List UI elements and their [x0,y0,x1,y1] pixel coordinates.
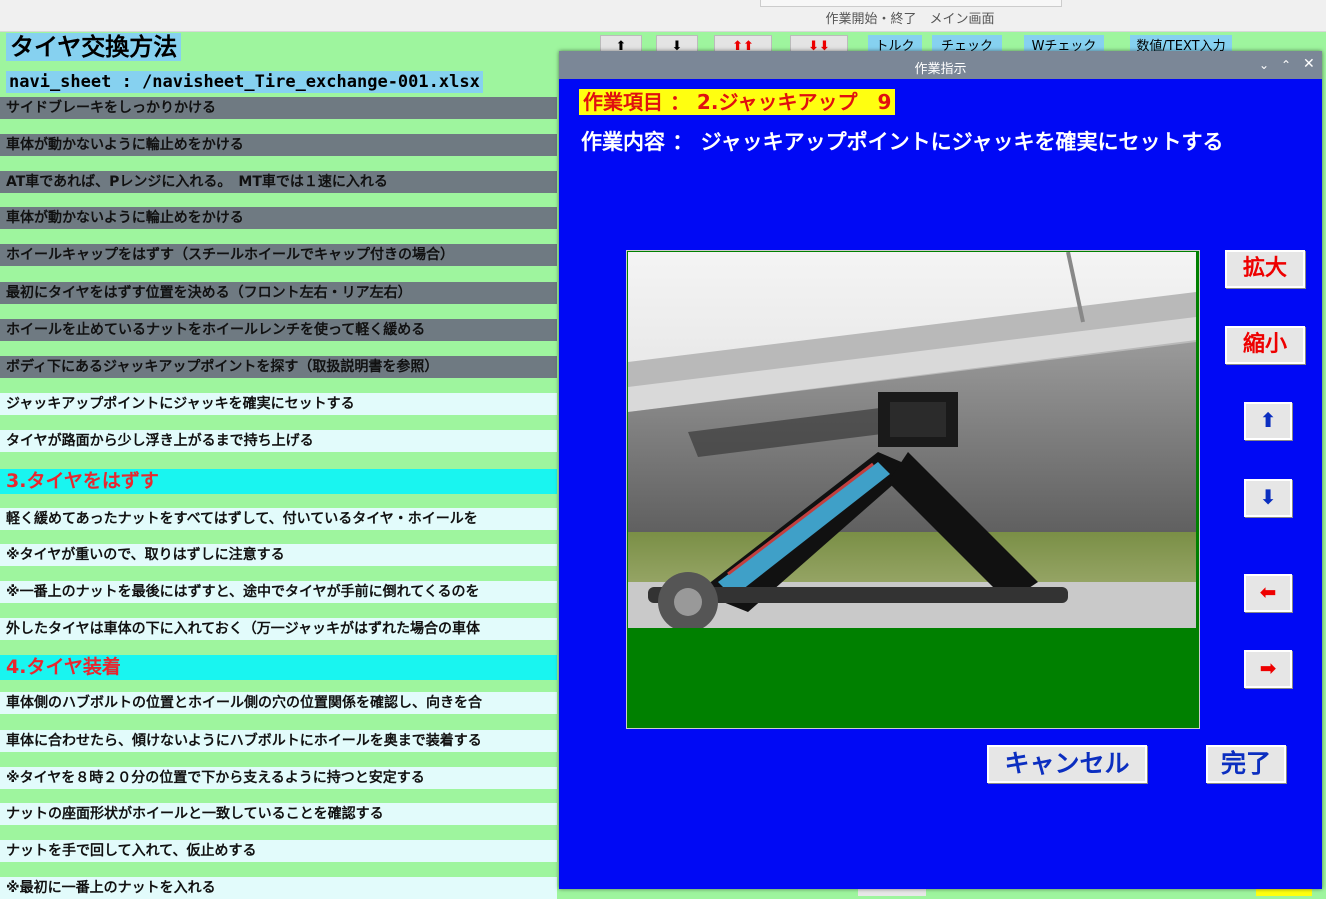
task-row[interactable]: 最初にタイヤをはずす位置を決める（フロント左右・リア左右） [0,282,557,304]
complete-button[interactable]: 完了 [1206,745,1286,783]
task-row[interactable]: ナットの座面形状がホイールと一致していることを確認する [0,803,557,825]
maximize-icon[interactable]: ⌃ [1281,58,1291,72]
task-row[interactable]: ※タイヤを８時２０分の位置で下から支えるように持つと安定する [0,767,557,789]
cancel-button[interactable]: キャンセル [987,745,1147,783]
dialog-title: 作業指示 [914,62,967,77]
task-row[interactable]: ボディ下にあるジャッキアップポイントを探す（取扱説明書を参照） [0,356,557,378]
car-jack-photo [628,252,1196,628]
pan-up-icon[interactable]: ⬆ [1244,402,1292,440]
section-header[interactable]: 3.タイヤをはずす [0,469,557,494]
pan-right-icon[interactable]: ➡ [1244,650,1292,688]
task-row[interactable]: タイヤが路面から少し浮き上がるまで持ち上げる [0,430,557,452]
task-row[interactable]: ジャッキアップポイントにジャッキを確実にセットする [0,393,557,415]
main-screen-title: 作業開始・終了 メイン画面 [825,12,995,27]
task-row[interactable]: 車体側のハブボルトの位置とホイール側の穴の位置関係を確認し、向きを合 [0,692,557,714]
zoom-out-button[interactable]: 縮小 [1225,326,1305,364]
task-row[interactable]: ※一番上のナットを最後にはずすと、途中でタイヤが手前に倒れてくるのを [0,581,557,603]
task-row[interactable]: ※タイヤが重いので、取りはずしに注意する [0,544,557,566]
task-row[interactable]: ホイールキャップをはずす（スチールホイールでキャップ付きの場合） [0,244,557,266]
minimize-icon[interactable]: ⌄ [1259,58,1269,72]
pan-down-icon[interactable]: ⬇ [1244,479,1292,517]
task-row[interactable]: サイドブレーキをしっかりかける [0,97,557,119]
task-row[interactable]: 軽く緩めてあったナットをすべてはずして、付いているタイヤ・ホイールを [0,508,557,530]
section-header[interactable]: 4.タイヤ装着 [0,655,557,680]
dialog-titlebar[interactable]: 作業指示 ⌄ ⌃ ✕ [559,51,1322,79]
task-row[interactable]: 車体が動かないように輪止めをかける [0,134,557,156]
task-row[interactable]: AT車であれば、Pレンジに入れる。 MT車では１速に入れる [0,171,557,193]
task-row[interactable]: 車体に合わせたら、傾けないようにハブボルトにホイールを奥まで装着する [0,730,557,752]
sheet-file-path: navi_sheet : /navisheet_Tire_exchange-00… [6,71,483,93]
task-row[interactable]: ホイールを止めているナットをホイールレンチを使って軽く緩める [0,319,557,341]
top-tab-frame [760,0,1062,7]
work-instruction-dialog: 作業指示 ⌄ ⌃ ✕ 作業項目 ： 2.ジャッキアップ 9 作業内容 ： ジャッ… [559,51,1322,889]
work-content-label: 作業内容 ： ジャッキアップポイントにジャッキを確実にセットする [581,130,1224,154]
task-row[interactable]: 外したタイヤは車体の下に入れておく（万一ジャッキがはずれた場合の車体 [0,618,557,640]
close-icon[interactable]: ✕ [1303,56,1315,72]
task-row[interactable]: ナットを手で回して入れて、仮止めする [0,840,557,862]
photo-frame [626,250,1200,729]
work-item-label: 作業項目 ： 2.ジャッキアップ 9 [579,89,896,115]
top-bar: 作業開始・終了 メイン画面 [0,0,1326,32]
pan-left-icon[interactable]: ⬅ [1244,574,1292,612]
zoom-in-button[interactable]: 拡大 [1225,250,1305,288]
sheet-title: タイヤ交換方法 [6,33,182,61]
task-row[interactable]: 車体が動かないように輪止めをかける [0,207,557,229]
